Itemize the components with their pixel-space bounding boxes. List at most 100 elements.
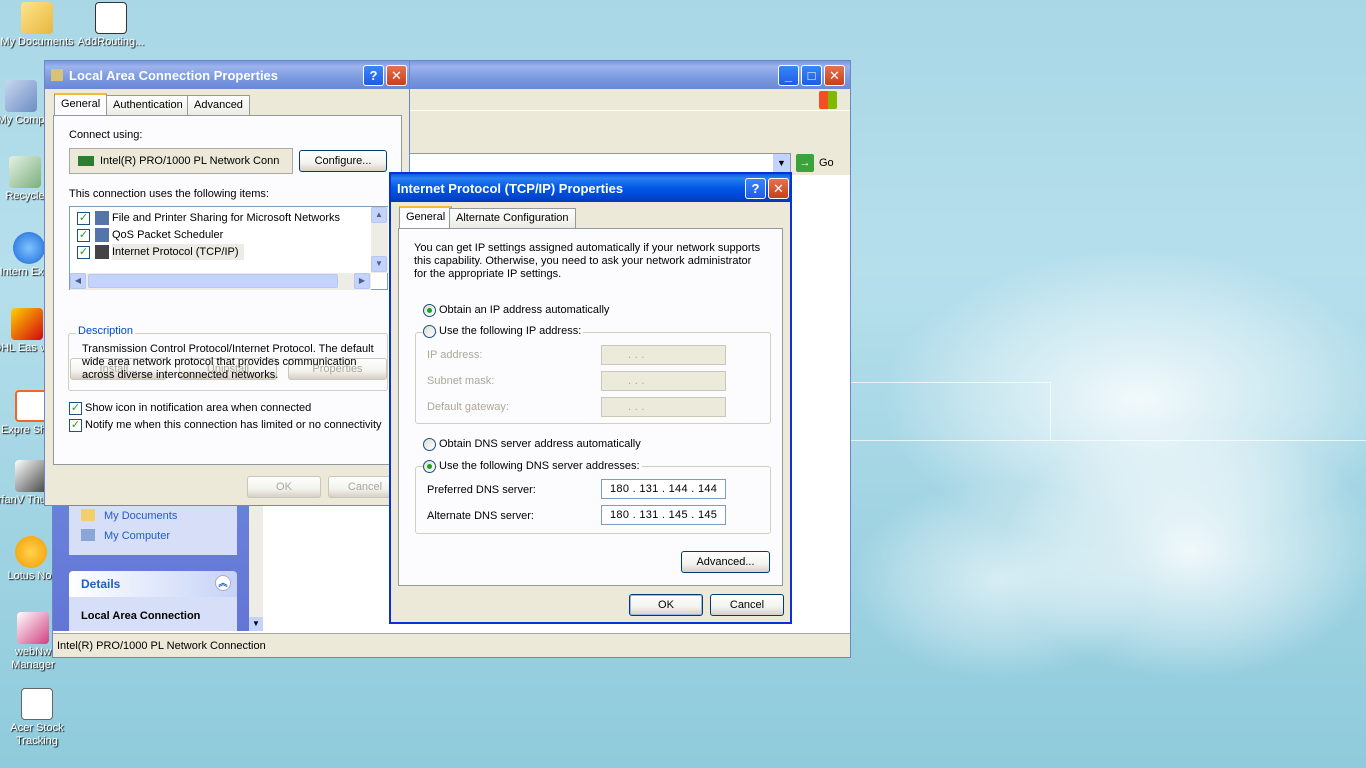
folder-icon bbox=[21, 2, 53, 34]
maximize-button[interactable]: □ bbox=[801, 65, 822, 86]
connect-using-label: Connect using: bbox=[69, 129, 143, 141]
default-gateway-label: Default gateway: bbox=[427, 401, 509, 413]
use-following-dns-radio[interactable] bbox=[423, 460, 436, 473]
collapse-chevron-icon[interactable]: ︽ bbox=[215, 575, 231, 591]
obtain-dns-automatically-radio[interactable] bbox=[423, 438, 436, 451]
subnet-mask-field[interactable]: . . . bbox=[601, 371, 726, 391]
scroll-down-arrow[interactable]: ▼ bbox=[371, 256, 387, 272]
windows-logo-icon bbox=[819, 91, 837, 109]
alternate-dns-field[interactable]: 180 . 131 . 145 . 145 bbox=[601, 505, 726, 525]
tab-general[interactable]: General bbox=[54, 93, 108, 115]
irfanview-icon bbox=[15, 460, 47, 492]
address-dropdown-button[interactable]: ▼ bbox=[773, 154, 790, 172]
intro-text: You can get IP settings assigned automat… bbox=[414, 242, 761, 280]
minimize-button[interactable]: _ bbox=[778, 65, 799, 86]
network-card-icon bbox=[78, 156, 94, 166]
desktop-icon-addrouting[interactable]: AddRouting... bbox=[74, 2, 148, 49]
items-label: This connection uses the following items… bbox=[69, 188, 269, 200]
tab-general[interactable]: General bbox=[399, 206, 453, 228]
checkbox-qos[interactable]: ✓ bbox=[77, 229, 90, 242]
tab-alternate-configuration[interactable]: Alternate Configuration bbox=[449, 208, 576, 228]
ip-address-field[interactable]: . . . bbox=[601, 345, 726, 365]
network-icon bbox=[51, 69, 63, 81]
dhl-icon bbox=[11, 308, 43, 340]
preferred-dns-label: Preferred DNS server: bbox=[427, 484, 536, 496]
tab-authentication[interactable]: Authentication bbox=[106, 95, 190, 115]
document-icon bbox=[21, 688, 53, 720]
status-text: Intel(R) PRO/1000 PL Network Connection bbox=[57, 640, 266, 652]
details-header[interactable]: Details ︽ bbox=[69, 571, 237, 597]
use-following-ip-radio[interactable] bbox=[423, 325, 436, 338]
help-button[interactable]: ? bbox=[745, 178, 766, 199]
task-pane-scrollbar[interactable]: ▼ bbox=[249, 501, 263, 631]
lac-title-bar: Local Area Connection Properties bbox=[45, 61, 409, 89]
go-button-label[interactable]: Go bbox=[819, 157, 834, 169]
tnt-icon bbox=[15, 390, 47, 422]
checkbox-file-printer-sharing[interactable]: ✓ bbox=[77, 212, 90, 225]
lotus-notes-icon bbox=[15, 536, 47, 568]
notify-label: Notify me when this connection has limit… bbox=[85, 419, 382, 431]
internet-explorer-icon bbox=[13, 232, 45, 264]
scroll-up-arrow[interactable]: ▲ bbox=[371, 207, 387, 223]
vertical-scrollbar[interactable]: ▲ ▼ bbox=[371, 207, 388, 273]
components-list: ✓ File and Printer Sharing for Microsoft… bbox=[69, 206, 388, 290]
show-icon-label: Show icon in notification area when conn… bbox=[85, 402, 312, 414]
tab-advanced[interactable]: Advanced bbox=[187, 95, 250, 115]
file-printer-icon bbox=[95, 211, 109, 225]
my-computer-icon bbox=[81, 529, 95, 541]
ip-address-label: IP address: bbox=[427, 349, 483, 361]
scroll-right-arrow[interactable]: ▶ bbox=[354, 273, 370, 289]
obtain-ip-label: Obtain an IP address automatically bbox=[439, 304, 610, 316]
adapter-field: Intel(R) PRO/1000 PL Network Conn bbox=[69, 148, 293, 174]
qos-icon bbox=[95, 228, 109, 242]
application-icon bbox=[95, 2, 127, 34]
go-arrow-icon[interactable]: → bbox=[796, 154, 814, 172]
webnw-icon bbox=[17, 612, 49, 644]
subnet-mask-label: Subnet mask: bbox=[427, 375, 495, 387]
ok-button[interactable]: OK bbox=[629, 594, 703, 616]
list-item[interactable]: QoS Packet Scheduler bbox=[112, 227, 223, 243]
tcpip-title: Internet Protocol (TCP/IP) Properties bbox=[397, 181, 624, 196]
local-area-connection-properties-dialog: Local Area Connection Properties ? ✕ Gen… bbox=[44, 60, 410, 506]
desktop-icon-my-documents[interactable]: My Documents bbox=[0, 2, 74, 49]
obtain-ip-automatically-radio[interactable] bbox=[423, 304, 436, 317]
configure-button[interactable]: Configure... bbox=[299, 150, 387, 172]
show-icon-checkbox[interactable]: ✓ bbox=[69, 402, 82, 415]
use-ip-label: Use the following IP address: bbox=[437, 325, 584, 337]
description-text: Transmission Control Protocol/Internet P… bbox=[82, 343, 374, 381]
description-title: Description bbox=[76, 325, 136, 337]
cancel-button[interactable]: Cancel bbox=[710, 594, 784, 616]
help-button[interactable]: ? bbox=[363, 65, 384, 86]
details-box: Local Area Connection bbox=[69, 597, 237, 631]
tcpip-properties-dialog: Internet Protocol (TCP/IP) Properties ? … bbox=[389, 172, 792, 624]
scroll-thumb[interactable] bbox=[88, 274, 338, 288]
preferred-dns-field[interactable]: 180 . 131 . 144 . 144 bbox=[601, 479, 726, 499]
lac-title: Local Area Connection Properties bbox=[69, 68, 279, 83]
tcpip-title-bar: Internet Protocol (TCP/IP) Properties bbox=[391, 174, 790, 202]
adapter-name: Intel(R) PRO/1000 PL Network Conn bbox=[100, 155, 280, 167]
link-my-documents[interactable]: My Documents bbox=[104, 510, 177, 522]
list-item[interactable]: File and Printer Sharing for Microsoft N… bbox=[112, 210, 340, 226]
default-gateway-field[interactable]: . . . bbox=[601, 397, 726, 417]
computer-icon bbox=[5, 80, 37, 112]
my-documents-icon bbox=[81, 509, 95, 521]
scroll-left-arrow[interactable]: ◀ bbox=[70, 273, 86, 289]
list-item-selected[interactable]: Internet Protocol (TCP/IP) bbox=[112, 244, 244, 260]
alternate-dns-label: Alternate DNS server: bbox=[427, 510, 534, 522]
desktop-icon-acer-stock-tracking[interactable]: Acer Stock Tracking bbox=[0, 688, 74, 748]
notify-checkbox[interactable]: ✓ bbox=[69, 419, 82, 432]
link-my-computer[interactable]: My Computer bbox=[104, 530, 170, 542]
close-button[interactable]: ✕ bbox=[768, 178, 789, 199]
scroll-down-arrow[interactable]: ▼ bbox=[249, 617, 263, 631]
checkbox-tcpip[interactable]: ✓ bbox=[77, 246, 90, 259]
details-item-name: Local Area Connection bbox=[81, 610, 201, 622]
protocol-icon bbox=[95, 245, 109, 259]
close-button[interactable]: ✕ bbox=[824, 65, 845, 86]
close-button[interactable]: ✕ bbox=[386, 65, 407, 86]
obtain-dns-label: Obtain DNS server address automatically bbox=[439, 438, 641, 450]
use-dns-label: Use the following DNS server addresses: bbox=[437, 460, 642, 472]
advanced-button[interactable]: Advanced... bbox=[681, 551, 770, 573]
horizontal-scrollbar[interactable]: ◀ ▶ bbox=[70, 273, 371, 290]
recycle-bin-icon bbox=[9, 156, 41, 188]
ok-button[interactable]: OK bbox=[247, 476, 321, 498]
